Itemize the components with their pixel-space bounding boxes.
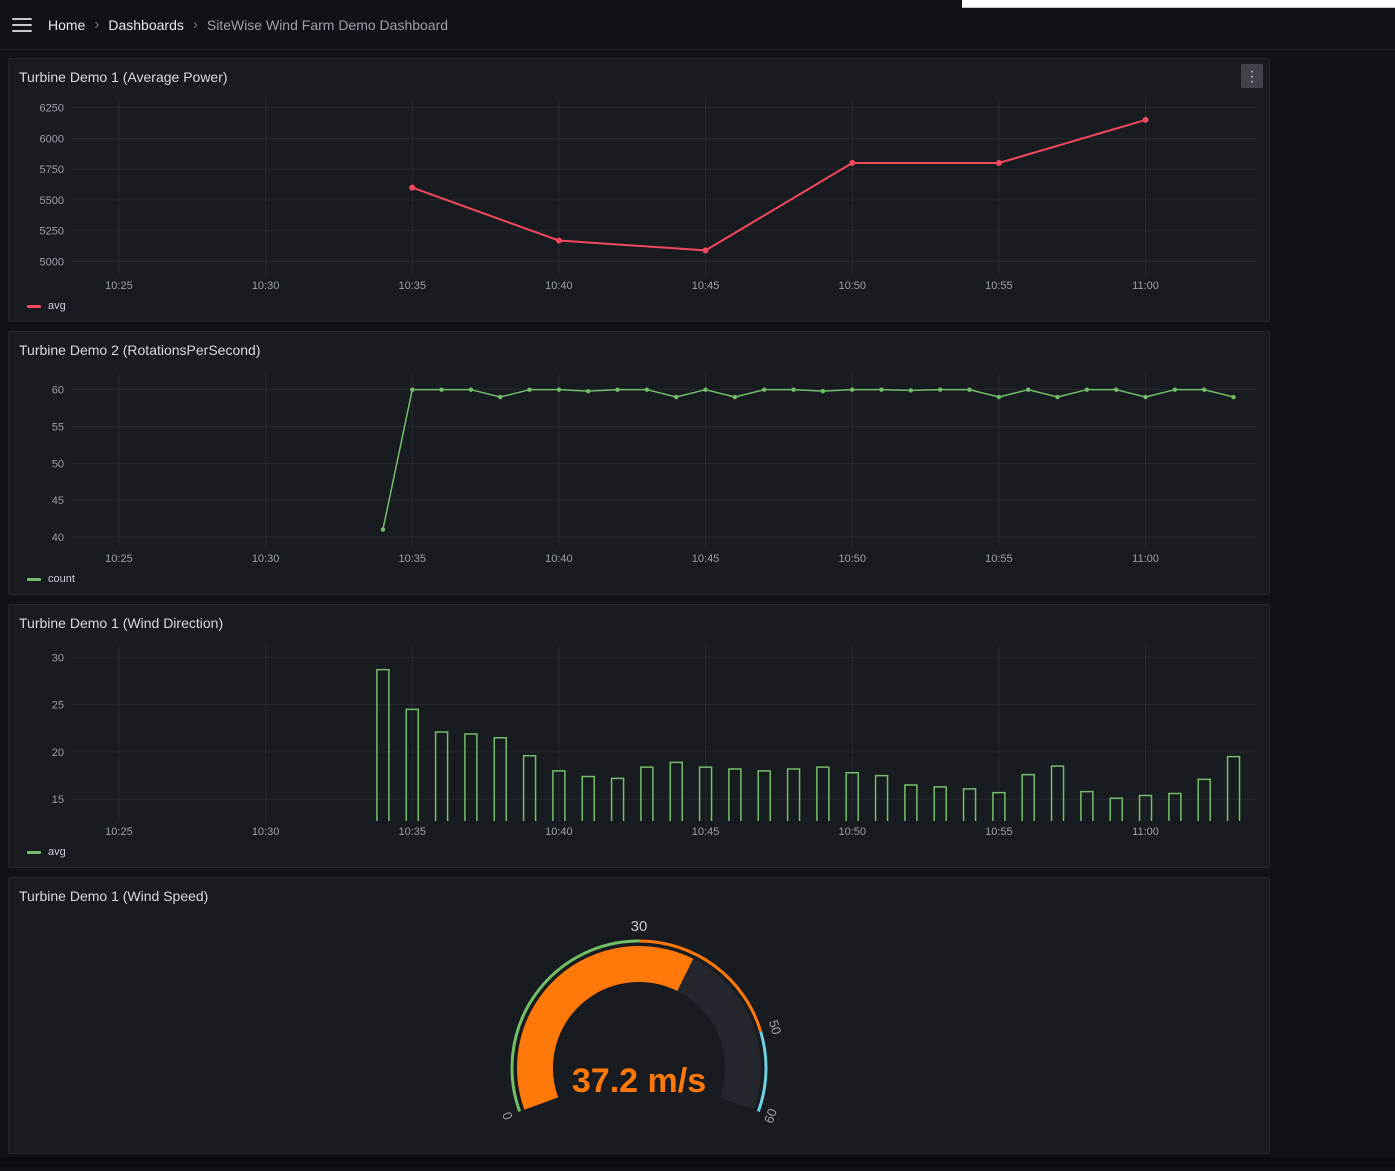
panel-wind-speed: Turbine Demo 1 (Wind Speed) 0 30 50 60 37.2 …: [8, 877, 1270, 1154]
svg-text:20: 20: [52, 747, 64, 759]
svg-text:10:50: 10:50: [838, 280, 866, 292]
panel-header: Turbine Demo 1 (Wind Speed): [17, 886, 1261, 912]
svg-text:6000: 6000: [40, 133, 64, 145]
svg-text:50: 50: [52, 458, 64, 470]
legend-swatch: [27, 305, 41, 308]
svg-text:40: 40: [52, 532, 64, 544]
svg-text:10:35: 10:35: [398, 280, 426, 292]
svg-text:10:45: 10:45: [692, 280, 720, 292]
svg-text:10:55: 10:55: [985, 553, 1013, 565]
svg-text:60: 60: [761, 1106, 780, 1125]
breadcrumb-item-home[interactable]: Home: [48, 17, 85, 33]
panel-header: Turbine Demo 2 (RotationsPerSecond): [17, 340, 1261, 366]
bottom-edge: [0, 1157, 1395, 1167]
panel-title[interactable]: Turbine Demo 1 (Average Power): [17, 67, 228, 87]
svg-text:10:25: 10:25: [105, 280, 133, 292]
legend-swatch: [27, 578, 41, 581]
svg-text:45: 45: [52, 495, 64, 507]
svg-text:10:50: 10:50: [838, 553, 866, 565]
legend-label[interactable]: count: [48, 573, 75, 585]
svg-text:10:40: 10:40: [545, 280, 573, 292]
svg-text:10:55: 10:55: [985, 280, 1013, 292]
panel-rotations-per-second: Turbine Demo 2 (RotationsPerSecond) 10:2…: [8, 331, 1270, 595]
svg-text:11:00: 11:00: [1132, 553, 1159, 565]
svg-text:5000: 5000: [40, 256, 64, 268]
panel-title[interactable]: Turbine Demo 1 (Wind Speed): [17, 886, 208, 906]
svg-text:5500: 5500: [40, 195, 64, 207]
hamburger-menu-icon[interactable]: [12, 14, 32, 36]
svg-text:10:45: 10:45: [692, 826, 720, 838]
panel-wind-direction: Turbine Demo 1 (Wind Direction) 10:2510:…: [8, 604, 1270, 868]
svg-text:5250: 5250: [40, 226, 64, 238]
svg-text:10:55: 10:55: [985, 826, 1013, 838]
svg-text:10:45: 10:45: [692, 553, 720, 565]
breadcrumb-separator-icon: ›: [94, 17, 99, 32]
svg-text:5750: 5750: [40, 164, 64, 176]
breadcrumb-item-current: SiteWise Wind Farm Demo Dashboard: [207, 17, 448, 33]
svg-text:10:25: 10:25: [105, 826, 133, 838]
panel-title[interactable]: Turbine Demo 1 (Wind Direction): [17, 613, 223, 633]
svg-text:11:00: 11:00: [1132, 280, 1159, 292]
svg-text:15: 15: [52, 794, 64, 806]
panel-header: Turbine Demo 1 (Wind Direction): [17, 613, 1261, 639]
svg-text:25: 25: [52, 700, 64, 712]
svg-text:10:30: 10:30: [252, 826, 280, 838]
svg-text:11:00: 11:00: [1132, 826, 1159, 838]
breadcrumb-separator-icon: ›: [193, 17, 198, 32]
panel-header: Turbine Demo 1 (Average Power) ⋮: [17, 67, 1261, 93]
timeseries-chart-average-power[interactable]: 10:25 10:30 10:35 10:40 10:45 10:50 10:55 11:00…: [17, 93, 1263, 297]
legend[interactable]: avg: [17, 298, 1261, 314]
svg-text:30: 30: [631, 918, 648, 935]
svg-text:10:30: 10:30: [252, 553, 280, 565]
svg-text:10:40: 10:40: [545, 553, 573, 565]
dashboard-grid: Turbine Demo 1 (Average Power) ⋮ 10:2510…: [0, 50, 1270, 1171]
breadcrumb-item-dashboards[interactable]: Dashboards: [108, 17, 184, 33]
svg-text:10:30: 10:30: [252, 280, 280, 292]
svg-text:6250: 6250: [40, 103, 64, 115]
panel-menu-button[interactable]: ⋮: [1241, 64, 1263, 88]
svg-text:37.2 m/s: 37.2 m/s: [572, 1062, 706, 1100]
kebab-icon: ⋮: [1245, 68, 1259, 85]
legend-label[interactable]: avg: [48, 846, 66, 858]
panel-title[interactable]: Turbine Demo 2 (RotationsPerSecond): [17, 340, 261, 360]
svg-text:10:40: 10:40: [545, 826, 573, 838]
svg-text:10:25: 10:25: [105, 553, 133, 565]
svg-text:55: 55: [52, 421, 64, 433]
svg-text:10:35: 10:35: [398, 553, 426, 565]
svg-text:0: 0: [499, 1110, 516, 1122]
timeseries-chart-rotations[interactable]: 10:25 10:30 10:35 10:40 10:45 10:50 10:55 11:00…: [17, 366, 1263, 570]
svg-text:60: 60: [52, 385, 64, 397]
svg-text:30: 30: [52, 652, 64, 664]
gauge-chart-wind-speed: 0 30 50 60 37.2 m/s: [17, 912, 1263, 1147]
legend[interactable]: count: [17, 571, 1261, 587]
bar-chart-wind-direction[interactable]: 10:25 10:30 10:35 10:40 10:45 10:50 10:55 11:00…: [17, 639, 1263, 843]
legend[interactable]: avg: [17, 844, 1261, 860]
svg-text:50: 50: [766, 1018, 785, 1036]
svg-text:10:35: 10:35: [398, 826, 426, 838]
svg-text:10:50: 10:50: [838, 826, 866, 838]
legend-swatch: [27, 851, 41, 854]
breadcrumb: Home › Dashboards › SiteWise Wind Farm D…: [48, 17, 448, 33]
browser-artifact: [962, 0, 1395, 8]
legend-label[interactable]: avg: [48, 300, 66, 312]
panel-average-power: Turbine Demo 1 (Average Power) ⋮ 10:2510…: [8, 58, 1270, 322]
